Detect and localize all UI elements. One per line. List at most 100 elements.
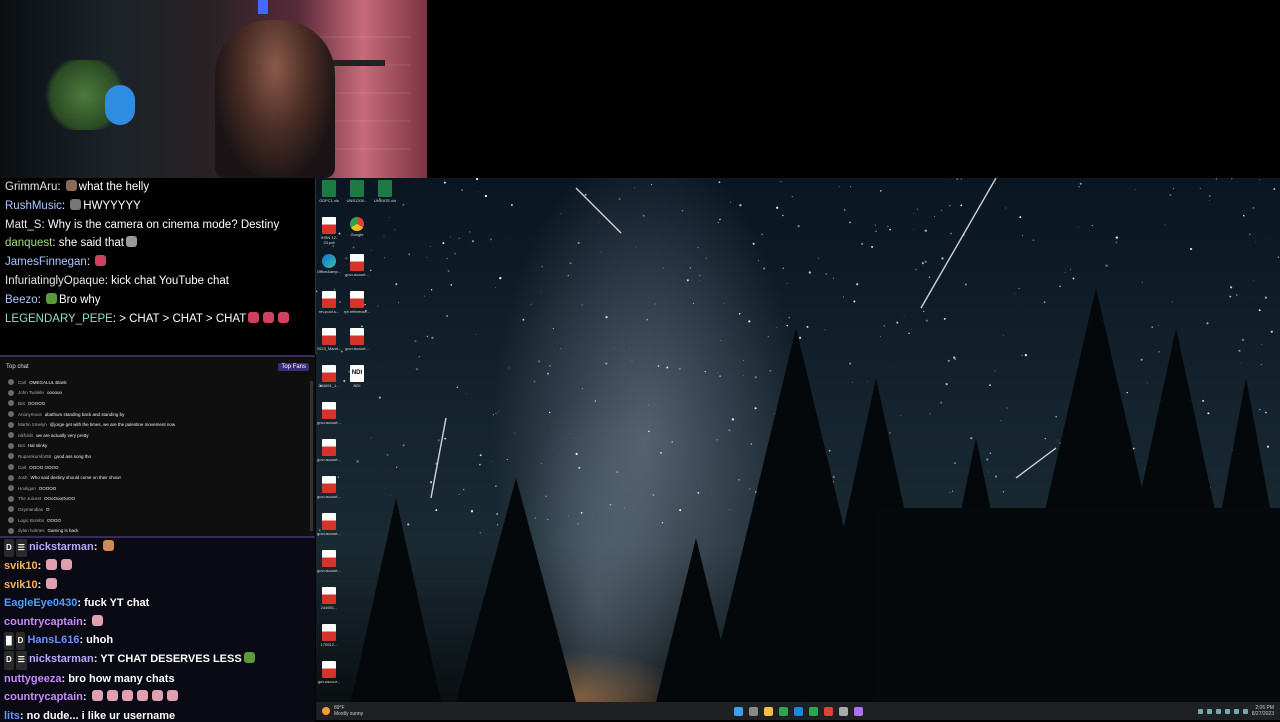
star bbox=[429, 245, 431, 247]
yt-chat-author[interactable]: Hooligon bbox=[18, 486, 36, 491]
avatar[interactable] bbox=[8, 453, 14, 460]
desktop-icon[interactable]: UNRATE.xls bbox=[372, 180, 398, 203]
yt-chat-author[interactable]: Anonymous bbox=[18, 412, 42, 417]
desktop-icon[interactable]: rpt.reference... bbox=[344, 291, 370, 314]
yt-chat-author[interactable]: dylan holmes bbox=[18, 528, 45, 533]
star bbox=[954, 462, 956, 465]
yt-chat-scrollbar[interactable] bbox=[310, 381, 313, 531]
avatar[interactable] bbox=[8, 379, 14, 386]
yt-chat-author[interactable]: Carl bbox=[18, 465, 26, 470]
yt-chat-author[interactable]: nikfolds bbox=[18, 433, 33, 438]
desktop-icon[interactable]: UNS1200... bbox=[344, 180, 370, 203]
taskbar-app-icon[interactable] bbox=[749, 706, 758, 716]
desktop-icon[interactable]: 244651_1... bbox=[316, 365, 342, 388]
chat-username[interactable]: EagleEye0430 bbox=[4, 597, 77, 609]
volume-icon[interactable] bbox=[1242, 708, 1248, 714]
taskbar-app-icon[interactable] bbox=[794, 706, 803, 716]
pdf-file-icon bbox=[350, 254, 364, 271]
chat-username[interactable]: countrycaptain bbox=[4, 691, 83, 703]
chat-text: > CHAT > CHAT > CHAT bbox=[119, 312, 247, 325]
star bbox=[849, 362, 852, 365]
avatar[interactable] bbox=[8, 389, 14, 396]
yt-chat-author[interactable]: Martin Smelyn bbox=[18, 422, 47, 427]
yt-chat-author[interactable]: Ozymandias bbox=[18, 507, 43, 512]
desktop-icon[interactable]: rev.pool.s... bbox=[316, 291, 342, 314]
chat-username[interactable]: JamesFinnegan bbox=[5, 256, 87, 268]
chat-username[interactable]: InfuriatinglyOpaque bbox=[5, 275, 105, 287]
desktop-icon[interactable]: gov.uscourt... bbox=[316, 402, 342, 425]
yt-chat-author[interactable]: John Twinkle bbox=[18, 390, 44, 395]
tray-icon[interactable] bbox=[1215, 708, 1221, 714]
yt-chat-author[interactable]: Rupamkumfor56 bbox=[18, 454, 51, 459]
chat-username[interactable]: nickstarman bbox=[29, 653, 94, 665]
yt-chat-author[interactable]: Bot bbox=[18, 443, 25, 448]
avatar[interactable] bbox=[8, 495, 14, 502]
top-fans-button[interactable]: Top Fans bbox=[278, 363, 309, 371]
desktop-icon[interactable]: IHSN 12-23.pdf bbox=[316, 217, 342, 245]
chat-username[interactable]: Beezo bbox=[5, 294, 38, 306]
tray-icon[interactable] bbox=[1206, 708, 1212, 714]
desktop-icon[interactable]: 244651... bbox=[316, 587, 342, 610]
avatar[interactable] bbox=[8, 485, 14, 492]
yt-chat-author[interactable]: Logic Bombs bbox=[18, 518, 44, 523]
desktop-icon[interactable]: Office&amp... bbox=[316, 254, 342, 274]
tray-icon[interactable] bbox=[1224, 708, 1230, 714]
star bbox=[1141, 281, 1143, 283]
weather-widget[interactable]: 89°F Mostly sunny bbox=[322, 705, 363, 717]
chat-username[interactable]: GrimmAru bbox=[5, 181, 57, 193]
top-chat-dropdown[interactable]: Top chat bbox=[6, 364, 29, 370]
taskbar-app-icon[interactable] bbox=[854, 706, 863, 716]
desktop-icon[interactable]: gov.uscourt... bbox=[316, 513, 342, 536]
taskbar-app-icon[interactable] bbox=[734, 706, 743, 716]
chat-username[interactable]: HansL616 bbox=[27, 634, 79, 646]
yt-chat-author[interactable]: Josh bbox=[18, 475, 28, 480]
taskbar-app-icon[interactable] bbox=[779, 706, 788, 716]
taskbar-app-icon[interactable] bbox=[839, 706, 848, 716]
desktop-icon[interactable]: gov.uscourt... bbox=[344, 254, 370, 277]
tray-icon[interactable] bbox=[1197, 708, 1203, 714]
taskbar-app-icon[interactable] bbox=[824, 706, 833, 716]
yt-chat-author[interactable]: Bot bbox=[18, 401, 25, 406]
chat-username[interactable]: nickstarman bbox=[29, 541, 94, 553]
desktop-icon[interactable]: GDPC1.xls bbox=[316, 180, 342, 203]
clock[interactable]: 2:06 PM 8/27/2023 bbox=[1252, 705, 1274, 717]
desktop-icon[interactable]: gov.uscourt... bbox=[316, 550, 342, 573]
desktop-icon[interactable]: gov.uscour... bbox=[316, 661, 342, 684]
taskbar-app-icon[interactable] bbox=[809, 706, 818, 716]
star bbox=[549, 411, 551, 414]
avatar[interactable] bbox=[8, 527, 14, 534]
yt-chat-author[interactable]: The Juicest bbox=[18, 496, 41, 501]
desktop-icon[interactable]: 170512... bbox=[316, 624, 342, 647]
chat-username[interactable]: nuttygeeza bbox=[4, 673, 61, 685]
taskbar-app-icon[interactable] bbox=[764, 706, 773, 716]
desktop-icon[interactable]: NDI NDI bbox=[344, 365, 370, 388]
avatar[interactable] bbox=[8, 474, 14, 481]
chat-username[interactable]: Matt_S bbox=[5, 219, 41, 231]
avatar[interactable] bbox=[8, 464, 14, 471]
desktop-icon[interactable]: Google bbox=[344, 217, 370, 237]
star bbox=[1265, 411, 1267, 414]
wifi-icon[interactable] bbox=[1233, 708, 1239, 714]
chat-username[interactable]: LEGENDARY_PEPE bbox=[5, 313, 113, 325]
yt-chat-author[interactable]: Carl bbox=[18, 380, 26, 385]
star bbox=[594, 400, 597, 402]
chat-message: JamesFinnegan: bbox=[0, 253, 315, 272]
chat-username[interactable]: RushMusic bbox=[5, 200, 62, 212]
avatar[interactable] bbox=[8, 517, 14, 524]
desktop-icon[interactable]: 2023_Mand... bbox=[316, 328, 342, 351]
desktop-icon[interactable]: gov.uscourt... bbox=[344, 328, 370, 351]
avatar[interactable] bbox=[8, 432, 14, 439]
avatar[interactable] bbox=[8, 421, 14, 428]
avatar[interactable] bbox=[8, 442, 14, 449]
desktop-icon[interactable]: gov.uscourt... bbox=[316, 439, 342, 462]
star bbox=[581, 304, 583, 306]
avatar[interactable] bbox=[8, 506, 14, 513]
chat-username[interactable]: svik10 bbox=[4, 579, 38, 591]
desktop-icon[interactable]: gov.uscourt... bbox=[316, 476, 342, 499]
star bbox=[689, 267, 691, 269]
avatar[interactable] bbox=[8, 411, 14, 418]
chat-username[interactable]: countrycaptain bbox=[4, 616, 83, 628]
avatar[interactable] bbox=[8, 400, 14, 407]
chat-username[interactable]: svik10 bbox=[4, 560, 38, 572]
chat-username[interactable]: danquest bbox=[5, 237, 52, 249]
